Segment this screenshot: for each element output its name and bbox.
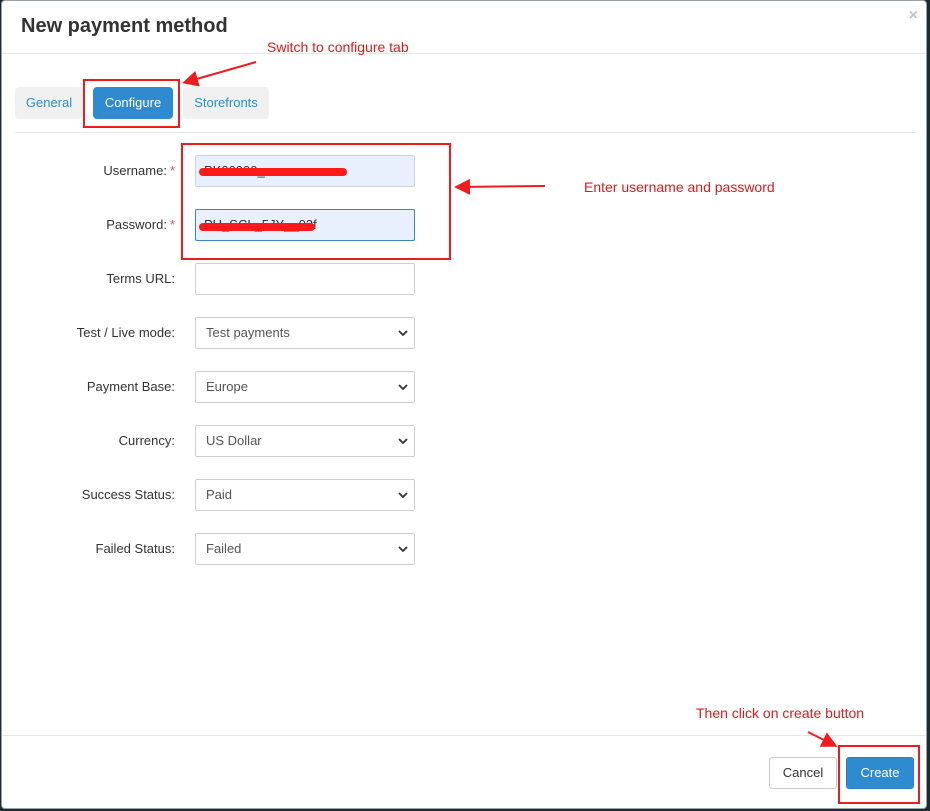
arrow-to-create-button (807, 731, 838, 747)
annotation-arrows (182, 61, 838, 747)
arrow-to-credentials (454, 178, 546, 195)
arrow-to-configure-tab (182, 61, 257, 87)
